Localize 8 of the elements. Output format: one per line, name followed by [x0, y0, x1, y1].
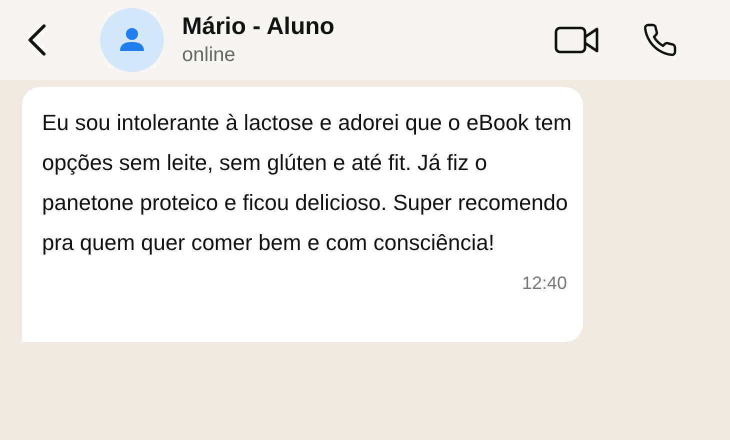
phone-icon[interactable] [642, 22, 678, 58]
message-text: Eu sou intolerante à lactose e adorei que o eBook tem opções sem leite, sem glúten e até fit. Já fiz o panetone proteico e ficou delicioso. Super recomendo pra quem quer comer bem e com consciência! [42, 109, 572, 257]
video-call-icon[interactable] [554, 24, 600, 56]
message-time: 12:40 [522, 273, 567, 294]
contact-status: online [182, 43, 236, 68]
avatar-icon[interactable] [100, 8, 164, 72]
contact-name: Mário - Aluno [182, 12, 336, 42]
back-icon[interactable] [26, 23, 48, 57]
